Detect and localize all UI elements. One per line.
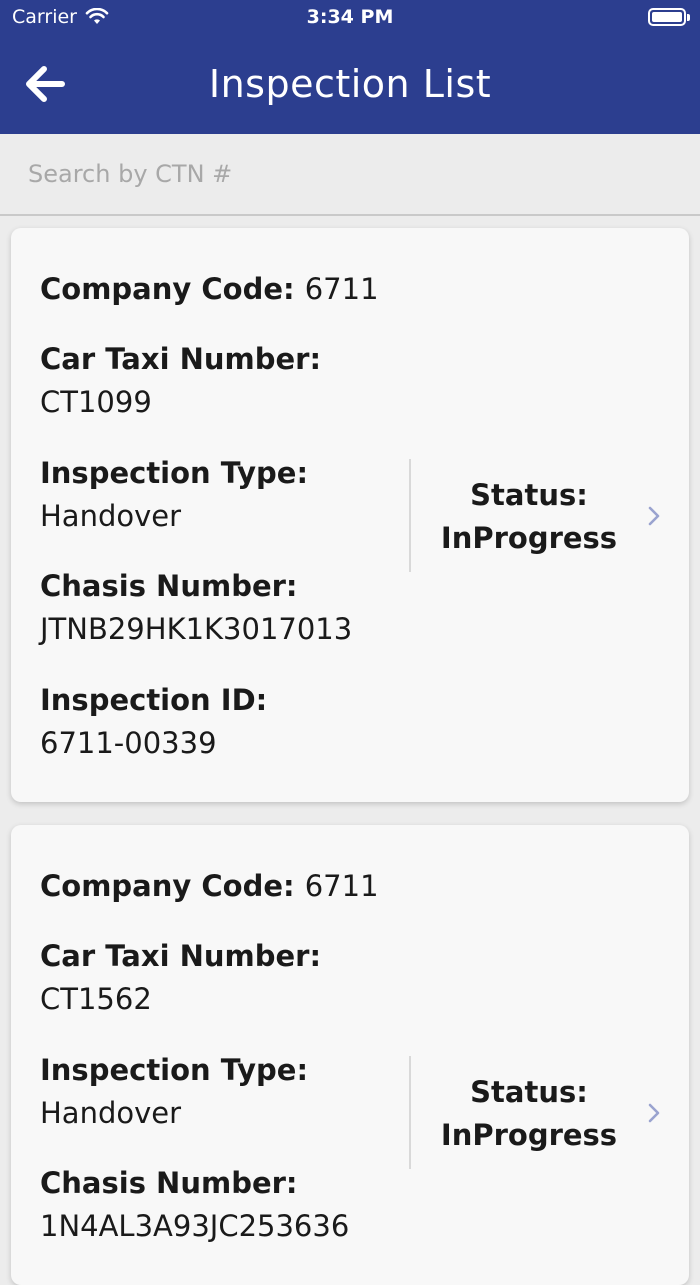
company-code-label: Company Code: bbox=[40, 869, 305, 903]
status-block: Status: InProgress bbox=[431, 1071, 627, 1157]
inspection-type-value: Handover bbox=[40, 1096, 182, 1130]
status-value: InProgress bbox=[440, 521, 618, 555]
chasis-number-value: JTNB29HK1K3017013 bbox=[40, 612, 353, 646]
chasis-number-label: Chasis Number: bbox=[40, 569, 298, 603]
status-time: 3:34 PM bbox=[306, 6, 394, 28]
status-label: Status: bbox=[470, 478, 588, 512]
chevron-right-icon bbox=[648, 506, 660, 526]
inspection-type-label: Inspection Type: bbox=[40, 456, 309, 490]
chasis-number-value: 1N4AL3A93JC253636 bbox=[40, 1209, 350, 1243]
battery-icon bbox=[648, 8, 690, 26]
chevron-right-icon bbox=[648, 1103, 660, 1123]
chasis-number-label: Chasis Number: bbox=[40, 1166, 298, 1200]
company-code-value: 6711 bbox=[304, 272, 379, 306]
car-taxi-number-value: CT1099 bbox=[40, 385, 152, 419]
search-input[interactable] bbox=[28, 154, 668, 194]
divider bbox=[409, 1056, 411, 1169]
status-value: InProgress bbox=[440, 1118, 618, 1152]
company-code-label: Company Code: bbox=[40, 272, 305, 306]
status-label: Status: bbox=[470, 1075, 588, 1109]
search-bar bbox=[0, 134, 700, 216]
inspection-id-label: Inspection ID: bbox=[40, 683, 268, 717]
car-taxi-number-label: Car Taxi Number: bbox=[40, 939, 322, 973]
car-taxi-number-label: Car Taxi Number: bbox=[40, 342, 322, 376]
car-taxi-number-value: CT1562 bbox=[40, 982, 152, 1016]
company-code-row: Company Code: 6711 bbox=[40, 272, 379, 306]
inspection-card[interactable]: Company Code: 6711 Car Taxi Number: CT10… bbox=[11, 228, 689, 802]
inspection-type-label: Inspection Type: bbox=[40, 1053, 309, 1087]
page-title: Inspection List bbox=[208, 62, 492, 106]
inspection-id-value: 6711-00339 bbox=[40, 726, 217, 760]
company-code-row: Company Code: 6711 bbox=[40, 869, 379, 903]
status-block: Status: InProgress bbox=[431, 474, 627, 560]
inspection-card[interactable]: Company Code: 6711 Car Taxi Number: CT15… bbox=[11, 825, 689, 1285]
divider bbox=[409, 459, 411, 572]
status-bar: Carrier 3:34 PM bbox=[0, 0, 700, 34]
company-code-value: 6711 bbox=[304, 869, 379, 903]
navigation-bar: Inspection List bbox=[0, 34, 700, 134]
inspection-type-value: Handover bbox=[40, 499, 182, 533]
